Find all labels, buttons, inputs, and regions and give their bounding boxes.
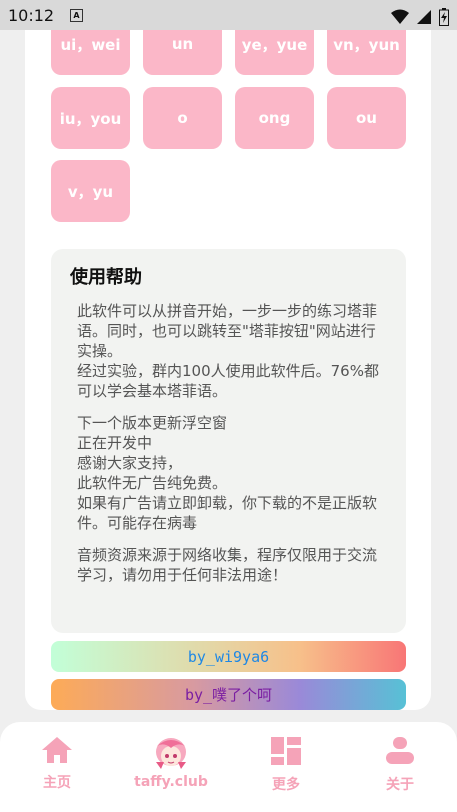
- nav-label-about: 关于: [386, 777, 414, 793]
- status-icons: [389, 6, 449, 26]
- pinyin-button-ou[interactable]: ou: [327, 87, 406, 149]
- nav-item-home[interactable]: 主页: [7, 736, 107, 792]
- nav-label-home: 主页: [43, 775, 71, 791]
- help-paragraph: 下一个版本更新浮空窗 正在开发中 感谢大家支持， 此软件无广告纯免费。 如果有广…: [77, 414, 378, 532]
- signal-icon: [416, 9, 431, 24]
- nav-item-taffy-club[interactable]: taffy.club: [121, 736, 221, 790]
- pinyin-button-ong[interactable]: ong: [235, 87, 314, 149]
- taffy-avatar-icon: [156, 738, 186, 769]
- status-bar: 10:12 A: [0, 0, 457, 30]
- nav-item-more[interactable]: 更多: [236, 736, 336, 794]
- help-panel: 使用帮助 此软件可以从拼音开始，一步一步的练习塔菲语。同时，也可以跳转至"塔菲按…: [51, 249, 406, 633]
- nav-label-more: 更多: [272, 777, 300, 793]
- nav-item-about[interactable]: 关于: [350, 736, 450, 794]
- wifi-icon: [390, 9, 409, 24]
- pinyin-button-v-yu[interactable]: v，yu: [51, 160, 130, 222]
- help-title: 使用帮助: [70, 267, 142, 288]
- notification-icon: A: [70, 9, 83, 22]
- bottom-nav: 主页 taffy.club 更多 关于: [0, 722, 457, 812]
- pinyin-button-o[interactable]: o: [143, 87, 222, 149]
- nav-label-taffy-club: taffy.club: [134, 774, 208, 790]
- help-paragraph: 此软件可以从拼音开始，一步一步的练习塔菲语。同时，也可以跳转至"塔菲按钮"网站进…: [77, 302, 379, 400]
- person-icon: [386, 737, 414, 764]
- status-time: 10:12: [8, 6, 55, 25]
- battery-icon: [439, 7, 449, 26]
- pinyin-button-iu-you[interactable]: iu，you: [51, 87, 130, 149]
- help-body: 此软件可以从拼音开始，一步一步的练习塔菲语。同时，也可以跳转至"塔菲按钮"网站进…: [77, 301, 389, 597]
- help-paragraph: 音频资源来源于网络收集，程序仅限用于交流学习，请勿用于任何非法用途！: [77, 546, 378, 584]
- dashboard-icon: [271, 737, 301, 765]
- home-icon: [42, 737, 72, 763]
- credit-button-wi9ya6[interactable]: by_wi9ya6: [51, 641, 406, 672]
- credit-button-second[interactable]: by_噗了个呵: [51, 679, 406, 710]
